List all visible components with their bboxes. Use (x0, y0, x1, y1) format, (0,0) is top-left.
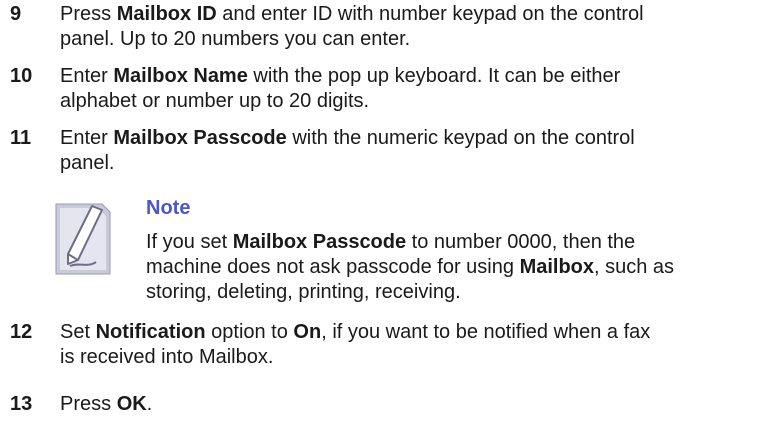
step-text: Press OK. (60, 392, 757, 417)
text-run: Enter (60, 65, 114, 87)
text-run: Enter (60, 127, 114, 149)
bold-term: Mailbox (519, 256, 595, 278)
step-number: 12 (10, 321, 33, 343)
text-run: , if you want to be notified when a fax (321, 321, 651, 343)
bold-term: Mailbox Name (113, 65, 248, 87)
step-line: panel. Up to 20 numbers you can enter. (60, 28, 411, 50)
step-number: 13 (10, 393, 33, 415)
step-line: Press OK. (60, 392, 757, 417)
bold-term: OK (116, 393, 147, 415)
bold-term: On (293, 321, 322, 343)
text-run: to number 0000, then the (406, 231, 636, 253)
step-line: Enter Mailbox Name with the pop up keybo… (60, 64, 757, 89)
note-line: If you set Mailbox Passcode to number 00… (146, 230, 757, 255)
text-run: , such as (594, 256, 675, 278)
note-line: storing, deleting, printing, receiving. (146, 281, 461, 303)
bold-term: Notification (95, 321, 206, 343)
text-run: option to (205, 321, 294, 343)
note-line: machine does not ask passcode for using … (146, 255, 757, 280)
step-text: Set Notification option to On, if you wa… (60, 320, 757, 370)
bold-term: Mailbox Passcode (232, 231, 407, 253)
bold-term: Mailbox Passcode (113, 127, 287, 149)
step-line: panel. (60, 152, 115, 174)
text-run: with the numeric keypad on the control (286, 127, 635, 149)
bold-term: Mailbox ID (116, 3, 217, 25)
note-body: If you set Mailbox Passcode to number 00… (146, 230, 757, 305)
step-line: is received into Mailbox. (60, 346, 274, 368)
step-line: Set Notification option to On, if you wa… (60, 320, 757, 345)
text-run: If you set (146, 231, 233, 253)
step-line: Enter Mailbox Passcode with the numeric … (60, 126, 757, 151)
text-run: machine does not ask passcode for using (146, 256, 520, 278)
step-line: Press Mailbox ID and enter ID with numbe… (60, 2, 757, 27)
text-run: Press (60, 3, 117, 25)
step-text: Press Mailbox ID and enter ID with numbe… (60, 2, 757, 52)
text-run: with the pop up keyboard. It can be eith… (247, 65, 621, 87)
text-run: . (146, 393, 153, 415)
step-text: Enter Mailbox Name with the pop up keybo… (60, 64, 757, 114)
step-number: 10 (10, 65, 33, 87)
note-pencil-icon (48, 198, 120, 280)
note-title: Note (146, 197, 191, 219)
text-run: and enter ID with number keypad on the c… (216, 3, 644, 25)
step-line: alphabet or number up to 20 digits. (60, 90, 370, 112)
step-number: 9 (10, 3, 22, 25)
step-number: 11 (10, 127, 32, 149)
text-run: Press (60, 393, 117, 415)
text-run: Set (60, 321, 96, 343)
step-text: Enter Mailbox Passcode with the numeric … (60, 126, 757, 176)
